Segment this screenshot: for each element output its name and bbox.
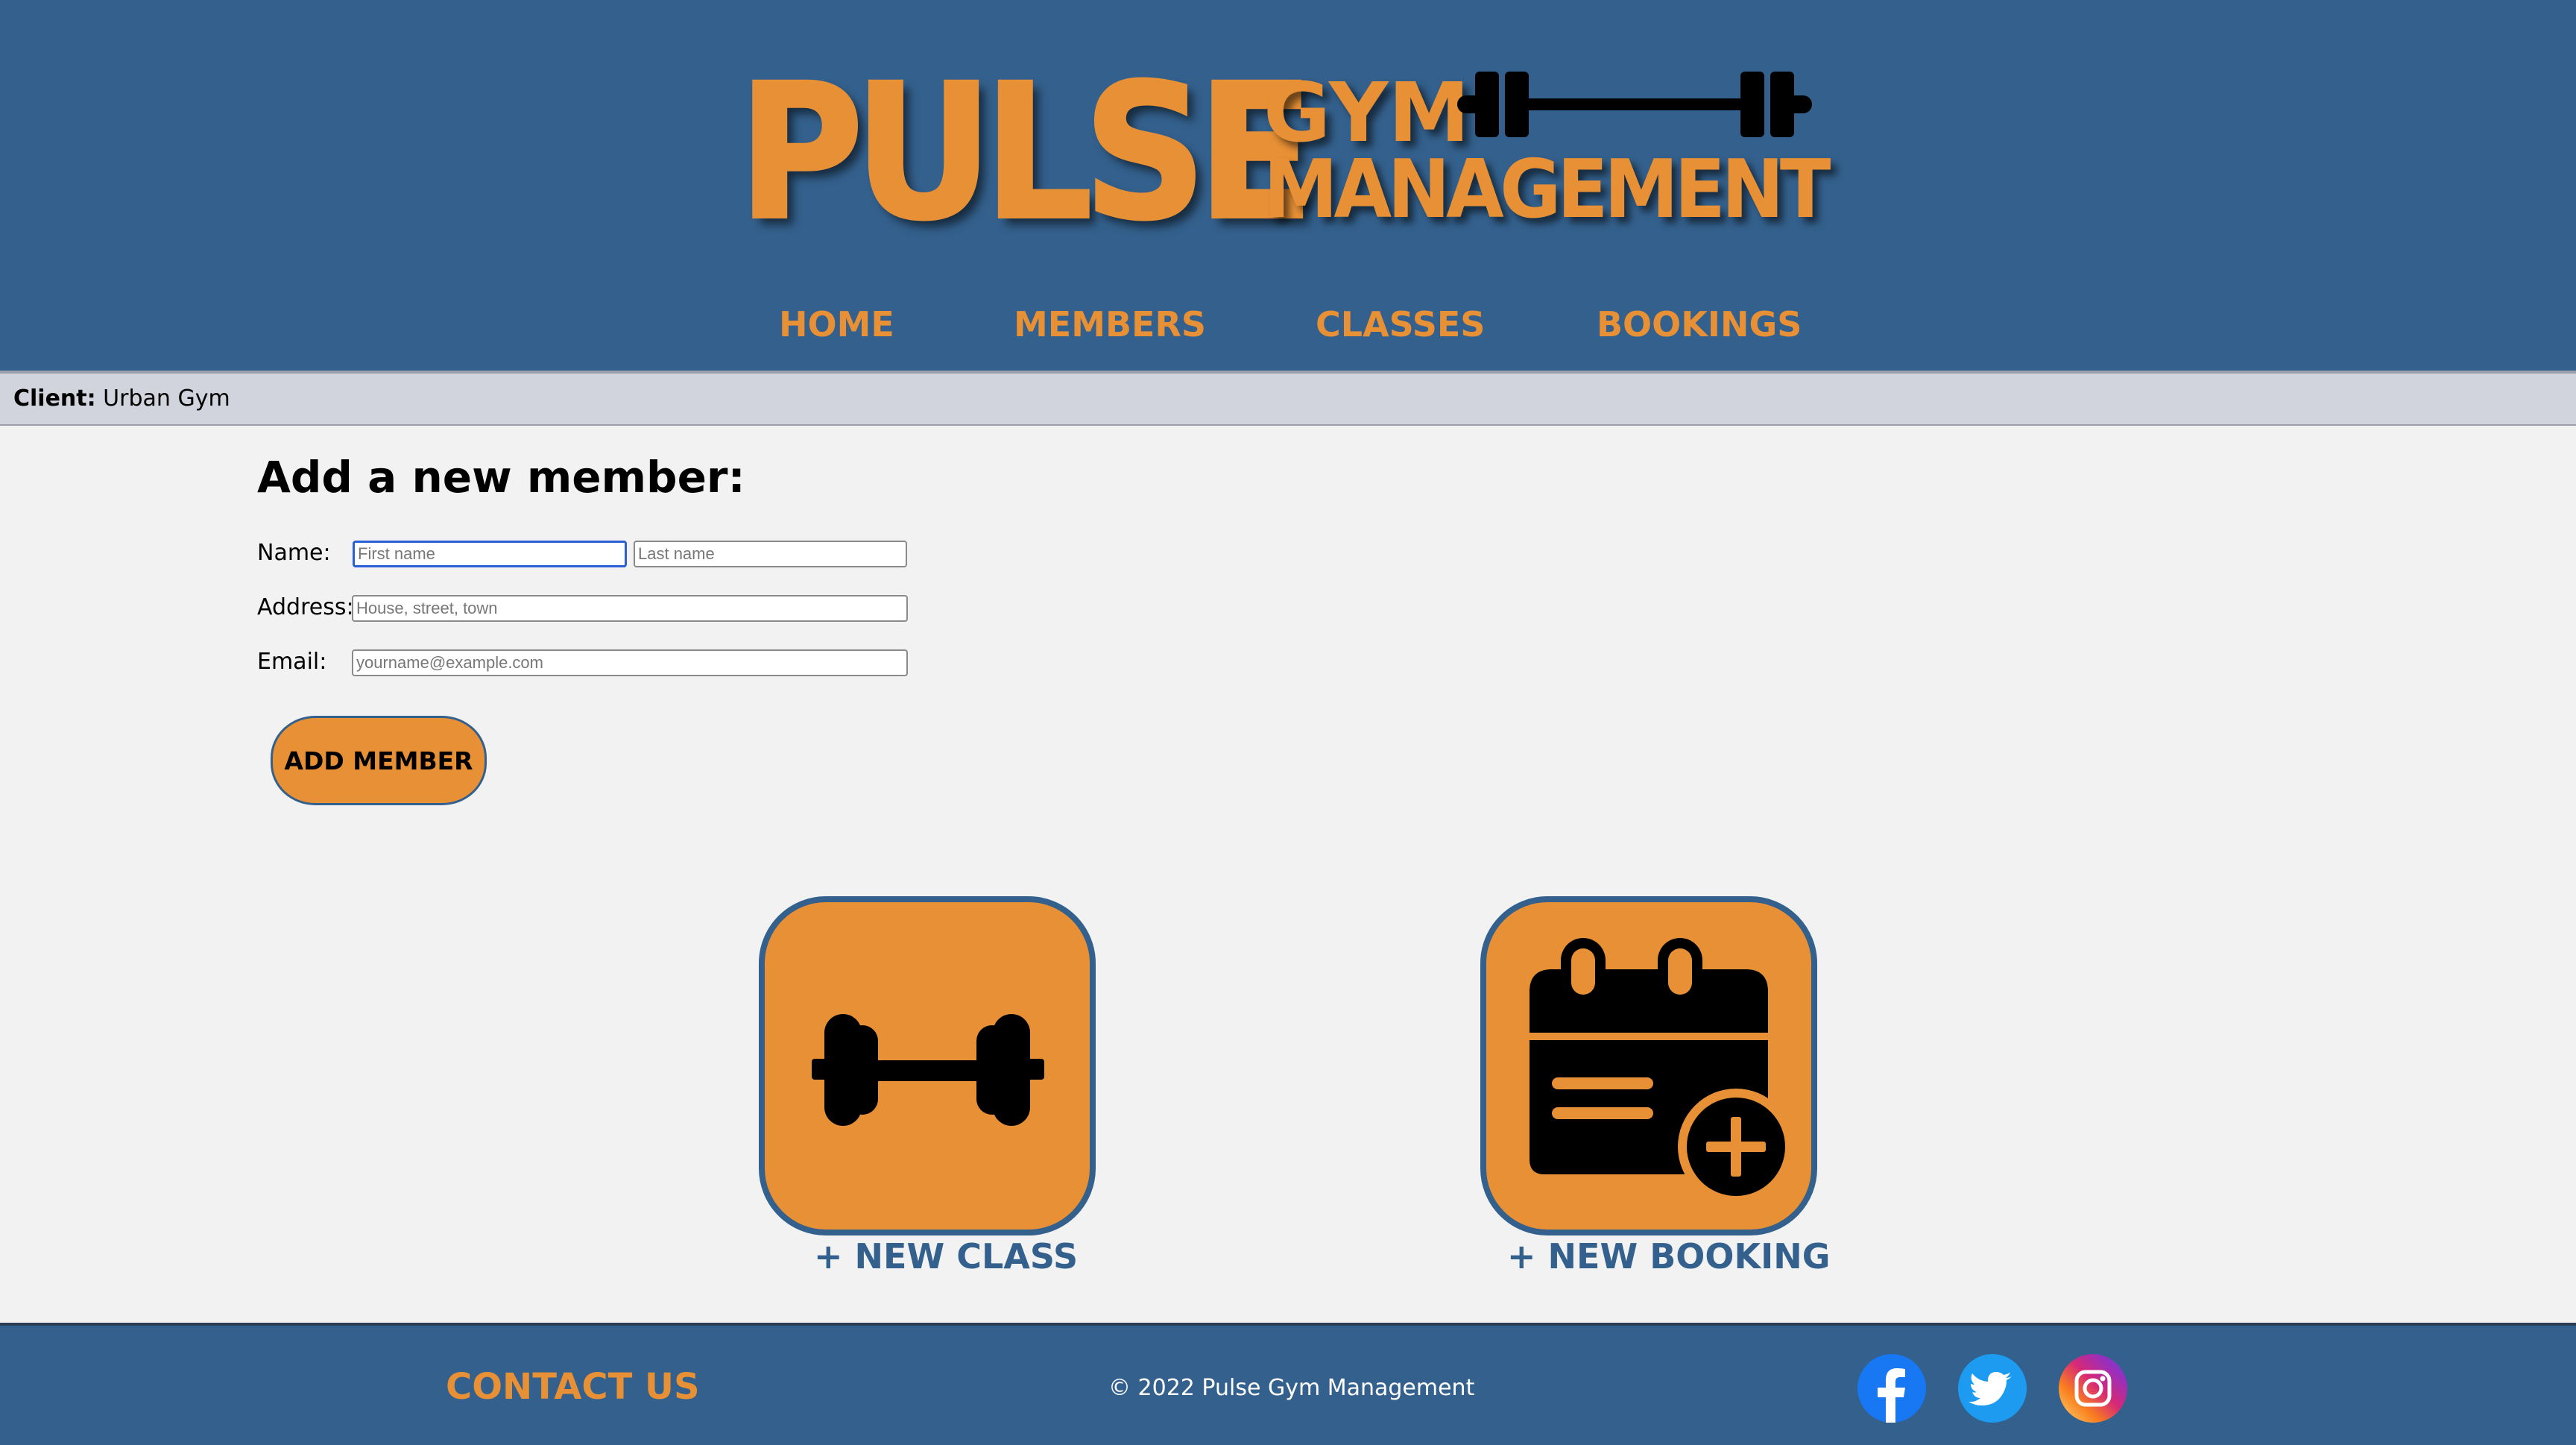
new-class-tile[interactable] — [759, 896, 1096, 1235]
name-label: Name: — [257, 540, 331, 566]
pulse-gym-logo[interactable]: PULSE GYM MANAGEMENT — [736, 44, 1831, 261]
address-input[interactable] — [352, 595, 908, 622]
add-member-button[interactable]: ADD MEMBER — [271, 716, 487, 805]
site-footer: CONTACT US © 2022 Pulse Gym Management — [0, 1323, 2576, 1445]
client-label: Client: — [13, 385, 96, 412]
calendar-add-icon — [1530, 938, 1794, 1205]
last-name-input[interactable] — [634, 541, 907, 567]
form-title: Add a new member: — [257, 452, 745, 503]
facebook-icon — [1857, 1354, 1926, 1423]
email-input[interactable] — [352, 649, 908, 676]
client-bar: Client: Urban Gym — [0, 371, 2576, 426]
barbell-icon — [1457, 72, 1812, 137]
new-class-label[interactable]: + NEW CLASS — [814, 1232, 1078, 1281]
address-label: Address: — [257, 594, 354, 620]
logo-word-management: MANAGEMENT — [1263, 143, 1831, 236]
first-name-input[interactable] — [353, 541, 627, 567]
twitter-link[interactable] — [1958, 1354, 2027, 1423]
main-nav: HOME MEMBERS CLASSES BOOKINGS — [0, 298, 2576, 350]
logo-word-pulse: PULSE — [736, 44, 1316, 261]
dumbbell-icon — [812, 1014, 1044, 1126]
new-booking-label[interactable]: + NEW BOOKING — [1507, 1232, 1831, 1281]
site-header: PULSE GYM MANAGEMENT HOME MEMBERS CLASSE… — [0, 0, 2576, 371]
contact-us-link[interactable]: CONTACT US — [446, 1357, 700, 1417]
client-name: Urban Gym — [103, 385, 230, 412]
facebook-link[interactable] — [1857, 1354, 1926, 1423]
copyright-text: © 2022 Pulse Gym Management — [1108, 1375, 1475, 1401]
twitter-icon — [1958, 1354, 2027, 1423]
new-booking-tile[interactable] — [1480, 896, 1817, 1235]
email-label: Email: — [257, 649, 327, 675]
nav-bookings[interactable]: BOOKINGS — [1597, 298, 1802, 350]
nav-home[interactable]: HOME — [779, 298, 894, 350]
nav-members[interactable]: MEMBERS — [1014, 298, 1206, 350]
instagram-link[interactable] — [2059, 1354, 2127, 1423]
instagram-icon — [2059, 1354, 2127, 1423]
logo-word-gym: GYM — [1263, 65, 1470, 160]
nav-classes[interactable]: CLASSES — [1316, 298, 1485, 350]
